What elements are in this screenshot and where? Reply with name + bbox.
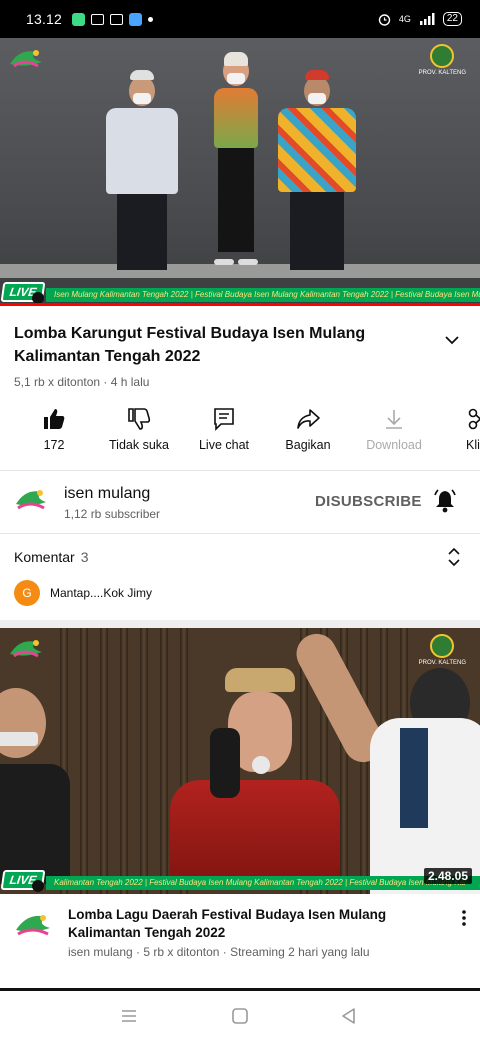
next-video-thumbnail[interactable]: PROV. KALTENG Kalimantan Tengah 2022 | F… xyxy=(0,628,480,894)
like-count: 172 xyxy=(43,438,65,452)
chevron-down-icon[interactable] xyxy=(442,330,462,350)
channel-row[interactable]: isen mulang 1,12 rb subscriber DISUBSCRI… xyxy=(0,478,480,528)
festival-logo xyxy=(10,640,42,658)
status-time: 13.12 xyxy=(26,11,63,27)
video-person-center xyxy=(208,52,264,270)
thumbnail-person-right xyxy=(289,628,480,894)
unsubscribe-button[interactable]: DISUBSCRIBE xyxy=(315,493,422,510)
app-notification-icon xyxy=(129,12,143,26)
more-notifications-dot-icon xyxy=(148,16,154,22)
live-chat-label: Live chat xyxy=(198,438,250,452)
festival-logo xyxy=(10,50,42,68)
thumbs-up-icon xyxy=(44,409,65,429)
channel-avatar[interactable] xyxy=(12,906,54,948)
photo-notification-icon xyxy=(91,13,105,25)
live-play-icon xyxy=(32,880,44,892)
chat-icon xyxy=(214,408,234,431)
divider xyxy=(0,470,480,471)
notification-icons xyxy=(72,12,154,26)
download-button[interactable]: Download xyxy=(362,406,426,452)
comments-count: 3 xyxy=(80,549,89,565)
ticker-text: Isen Mulang Kalimantan Tengah 2022 | Fes… xyxy=(46,288,480,302)
channel-avatar[interactable] xyxy=(12,482,50,520)
system-icons: 4G 22 xyxy=(378,12,462,26)
share-label: Bagikan xyxy=(285,438,331,452)
comment-avatar: G xyxy=(14,580,40,606)
video-title-row[interactable]: Lomba Karungut Festival Budaya Isen Mula… xyxy=(14,322,466,368)
video-duration: 2.48.05 xyxy=(423,868,472,884)
province-seal: PROV. KALTENG xyxy=(419,634,466,666)
section-separator xyxy=(0,620,480,628)
share-icon xyxy=(297,409,320,429)
bell-icon[interactable] xyxy=(432,488,458,514)
comments-section[interactable]: Komentar 3 G Mantap....Kok Jimy xyxy=(0,534,480,620)
download-icon xyxy=(386,410,402,429)
clip-label: Kli xyxy=(466,438,480,452)
video-meta: 5,1 rb x ditonton · 4 h lalu xyxy=(14,375,150,389)
status-bar: 13.12 4G 22 xyxy=(0,0,480,38)
next-video-meta: isen mulang · 5 rb x ditonton · Streamin… xyxy=(68,945,370,959)
battery-indicator: 22 xyxy=(442,12,462,26)
video-progress-bar[interactable] xyxy=(0,303,480,306)
recent-apps-icon[interactable] xyxy=(118,1005,140,1027)
dislike-label: Tidak suka xyxy=(109,438,169,452)
ticker-text: Kalimantan Tengah 2022 | Festival Budaya… xyxy=(46,876,480,890)
comments-header: Komentar 3 xyxy=(14,549,89,565)
dislike-button[interactable]: Tidak suka xyxy=(104,406,174,452)
next-video-info[interactable]: Lomba Lagu Daerah Festival Budaya Isen M… xyxy=(0,900,480,980)
back-icon[interactable] xyxy=(338,1005,360,1027)
system-navigation-bar xyxy=(0,988,480,1040)
comments-label: Komentar xyxy=(14,549,75,565)
message-notification-icon xyxy=(72,12,86,26)
action-bar: 172 Tidak suka Live chat Bagikan Downloa… xyxy=(0,406,480,458)
more-vert-icon[interactable] xyxy=(456,908,472,928)
channel-subscriber-count: 1,12 rb subscriber xyxy=(64,507,161,521)
channel-name[interactable]: isen mulang xyxy=(64,485,150,503)
province-seal-icon xyxy=(430,634,455,658)
top-comment-text: Mantap....Kok Jimy xyxy=(50,586,153,600)
clip-button[interactable]: Kli xyxy=(462,406,480,452)
like-button[interactable]: 172 xyxy=(34,406,74,452)
sync-notification-icon xyxy=(110,13,124,25)
thumbs-down-icon xyxy=(128,408,151,430)
province-seal: PROV. KALTENG xyxy=(419,44,466,76)
video-player[interactable]: PROV. KALTENG Isen Mulang Kalimantan Ten… xyxy=(0,38,480,306)
scissors-icon xyxy=(468,408,480,430)
live-chat-button[interactable]: Live chat xyxy=(194,406,254,452)
thumbnail-person-left xyxy=(0,688,70,888)
province-seal-icon xyxy=(430,44,455,68)
live-ticker-strip: Kalimantan Tengah 2022 | Festival Budaya… xyxy=(0,866,480,894)
video-person-right xyxy=(276,70,358,270)
video-title: Lomba Karungut Festival Budaya Isen Mula… xyxy=(14,325,366,365)
network-type: 4G xyxy=(398,14,411,24)
live-ticker-strip: Isen Mulang Kalimantan Tengah 2022 | Fes… xyxy=(0,278,480,306)
alarm-icon xyxy=(378,13,391,26)
video-person-left xyxy=(104,70,180,270)
next-video-title[interactable]: Lomba Lagu Daerah Festival Budaya Isen M… xyxy=(68,906,428,942)
signal-icon xyxy=(419,13,435,25)
expand-collapse-icon[interactable] xyxy=(446,546,462,568)
download-label: Download xyxy=(366,438,422,452)
home-icon[interactable] xyxy=(229,1005,251,1027)
share-button[interactable]: Bagikan xyxy=(280,406,336,452)
